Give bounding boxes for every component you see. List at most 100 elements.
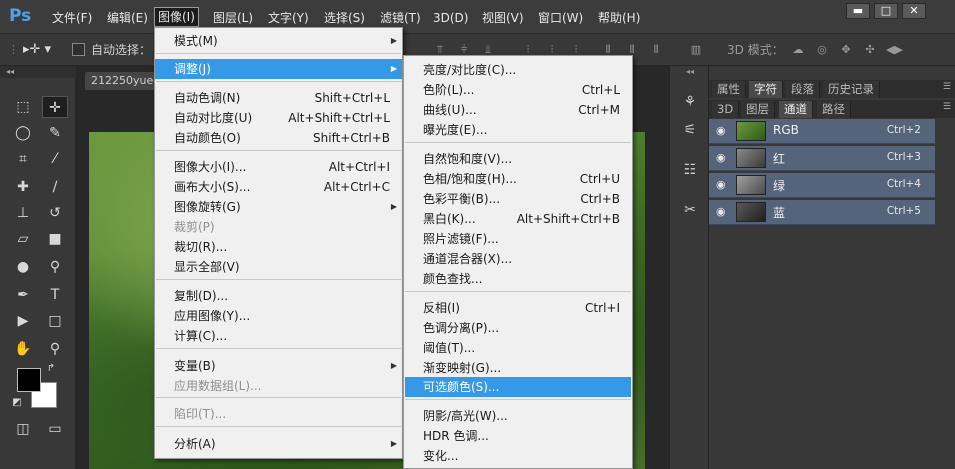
lasso-tool-icon[interactable]: ◯ (10, 122, 36, 144)
auto-select-checkbox[interactable] (72, 43, 85, 56)
menu-file[interactable]: 文件(F) (52, 9, 92, 27)
channels-menu-icon[interactable]: ☰ (943, 102, 951, 112)
marquee-tool-icon[interactable]: ⬚ (10, 96, 36, 118)
channel-row-red[interactable]: ◉ 红 Ctrl+3 (709, 146, 935, 171)
menu-item-mode[interactable]: 模式(M) ▶ (155, 31, 402, 51)
auto-align-icon[interactable]: ▥ (688, 43, 704, 57)
menu-item-color-balance[interactable]: 色彩平衡(B)... Ctrl+B (404, 189, 632, 209)
close-button[interactable]: ✕ (902, 3, 926, 19)
menu-item-variations[interactable]: 变化... (404, 446, 632, 466)
screen-mode-icon[interactable]: ▭ (42, 418, 68, 440)
menu-item-exposure[interactable]: 曝光度(E)... (404, 120, 632, 140)
menu-item-levels[interactable]: 色阶(L)... Ctrl+L (404, 80, 632, 100)
adjustments-icon[interactable]: ⚟ (680, 120, 700, 140)
menu-filter[interactable]: 滤镜(T) (380, 9, 421, 27)
menu-item-selective-color[interactable]: 可选颜色(S)... (405, 377, 631, 397)
rectangle-tool-icon[interactable]: □ (42, 310, 68, 332)
menu-window[interactable]: 窗口(W) (538, 9, 583, 27)
eraser-tool-icon[interactable]: ▱ (10, 228, 36, 250)
collapse-strip-icon[interactable]: ◂◂ (680, 66, 700, 78)
menu-item-duplicate[interactable]: 复制(D)... (155, 286, 402, 306)
menu-type[interactable]: 文字(Y) (268, 9, 309, 27)
menu-item-brightness-contrast[interactable]: 亮度/对比度(C)... (404, 60, 632, 80)
menu-item-hdr-toning[interactable]: HDR 色调... (404, 426, 632, 446)
menu-item-calculations[interactable]: 计算(C)... (155, 326, 402, 346)
tab-history[interactable]: 历史记录 (823, 81, 880, 98)
menu-item-black-white[interactable]: 黑白(K)... Alt+Shift+Ctrl+B (404, 209, 632, 229)
healing-brush-tool-icon[interactable]: ✚ (10, 176, 36, 198)
menu-layer[interactable]: 图层(L) (213, 9, 253, 27)
menu-help[interactable]: 帮助(H) (598, 9, 640, 27)
quick-select-tool-icon[interactable]: ✎ (42, 122, 68, 144)
move-tool-icon[interactable]: ✛ (42, 96, 68, 118)
menu-item-image-size[interactable]: 图像大小(I)... Alt+Ctrl+I (155, 157, 402, 177)
menu-edit[interactable]: 编辑(E) (107, 9, 148, 27)
default-colors-icon[interactable]: ◩ (10, 396, 24, 410)
channel-row-rgb[interactable]: ◉ RGB Ctrl+2 (709, 119, 935, 144)
tab-layers[interactable]: 图层 (741, 101, 775, 118)
distribute-right-icon[interactable]: ⫴ (648, 43, 664, 57)
tab-3d[interactable]: 3D (712, 101, 740, 118)
brush-tool-icon[interactable]: ∕ (42, 176, 68, 198)
menu-item-threshold[interactable]: 阈值(T)... (404, 338, 632, 358)
menu-item-apply-image[interactable]: 应用图像(Y)... (155, 306, 402, 326)
tool-presets-icon[interactable]: ✂ (680, 200, 700, 220)
menu-item-color-lookup[interactable]: 颜色查找... (404, 269, 632, 289)
zoom-tool-icon[interactable]: ⚲ (42, 338, 68, 360)
menu-item-posterize[interactable]: 色调分离(P)... (404, 318, 632, 338)
3d-scale-icon[interactable]: ◀▶ (886, 43, 903, 57)
menu-item-adjustments[interactable]: 调整(J) ▶ (155, 59, 402, 79)
tab-paths[interactable]: 路径 (817, 101, 851, 118)
3d-roll-icon[interactable]: ◎ (814, 43, 830, 57)
menu-item-reveal-all[interactable]: 显示全部(V) (155, 257, 402, 277)
3d-rotate-icon[interactable]: ☁ (790, 43, 806, 57)
menu-item-photo-filter[interactable]: 照片滤镜(F)... (404, 229, 632, 249)
menu-item-gradient-map[interactable]: 渐变映射(G)... (404, 358, 632, 378)
eyedropper-tool-icon[interactable]: ⁄ (42, 148, 68, 170)
clone-stamp-tool-icon[interactable]: ⊥ (10, 202, 36, 224)
menu-item-channel-mixer[interactable]: 通道混合器(X)... (404, 249, 632, 269)
tab-character[interactable]: 字符 (749, 81, 783, 98)
pen-tool-icon[interactable]: ✒ (10, 284, 36, 306)
restore-button[interactable]: □ (874, 3, 898, 19)
swap-colors-icon[interactable]: ↱ (44, 362, 58, 376)
path-select-tool-icon[interactable]: ▶ (10, 310, 36, 332)
menu-item-auto-contrast[interactable]: 自动对比度(U) Alt+Shift+Ctrl+L (155, 108, 402, 128)
brush-preset-icon[interactable]: ⚘ (680, 92, 700, 112)
3d-slide-icon[interactable]: ✣ (862, 43, 878, 57)
history-brush-tool-icon[interactable]: ↺ (42, 202, 68, 224)
menu-item-auto-color[interactable]: 自动颜色(O) Shift+Ctrl+B (155, 128, 402, 148)
foreground-color-swatch[interactable] (17, 368, 41, 392)
tab-channels[interactable]: 通道 (779, 101, 813, 118)
menu-item-trim[interactable]: 裁切(R)... (155, 237, 402, 257)
eye-icon[interactable]: ◉ (716, 206, 730, 218)
eye-icon[interactable]: ◉ (716, 152, 730, 164)
collapse-toolbar-icon[interactable]: ◂◂ (0, 66, 76, 78)
menu-3d[interactable]: 3D(D) (433, 9, 468, 27)
hand-tool-icon[interactable]: ✋ (10, 338, 36, 360)
menu-item-curves[interactable]: 曲线(U)... Ctrl+M (404, 100, 632, 120)
tab-properties[interactable]: 属性 (712, 81, 746, 98)
menu-item-canvas-size[interactable]: 画布大小(S)... Alt+Ctrl+C (155, 177, 402, 197)
panel-menu-icon[interactable]: ☰ (943, 82, 951, 92)
menu-item-vibrance[interactable]: 自然饱和度(V)... (404, 149, 632, 169)
menu-item-analysis[interactable]: 分析(A) ▶ (155, 434, 402, 454)
gradient-tool-icon[interactable]: ■ (42, 228, 68, 250)
type-tool-icon[interactable]: T (42, 284, 68, 306)
dodge-tool-icon[interactable]: ⚲ (42, 256, 68, 278)
menu-item-variables[interactable]: 变量(B) ▶ (155, 356, 402, 376)
menu-select[interactable]: 选择(S) (324, 9, 365, 27)
menu-item-invert[interactable]: 反相(I) Ctrl+I (404, 298, 632, 318)
properties-icon[interactable]: ☷ (680, 160, 700, 180)
3d-pan-icon[interactable]: ✥ (838, 43, 854, 57)
menu-item-shadows-highlights[interactable]: 阴影/高光(W)... (404, 406, 632, 426)
eye-icon[interactable]: ◉ (716, 179, 730, 191)
blur-tool-icon[interactable]: ● (10, 256, 36, 278)
minimize-button[interactable]: ▬ (846, 3, 870, 19)
quick-mask-icon[interactable]: ◫ (10, 418, 36, 440)
tab-paragraph[interactable]: 段落 (786, 81, 820, 98)
channel-row-blue[interactable]: ◉ 蓝 Ctrl+5 (709, 200, 935, 225)
menu-item-auto-tone[interactable]: 自动色调(N) Shift+Ctrl+L (155, 88, 402, 108)
menu-item-image-rotation[interactable]: 图像旋转(G) ▶ (155, 197, 402, 217)
move-tool-icon[interactable]: ▸✛ ▾ (22, 43, 52, 57)
